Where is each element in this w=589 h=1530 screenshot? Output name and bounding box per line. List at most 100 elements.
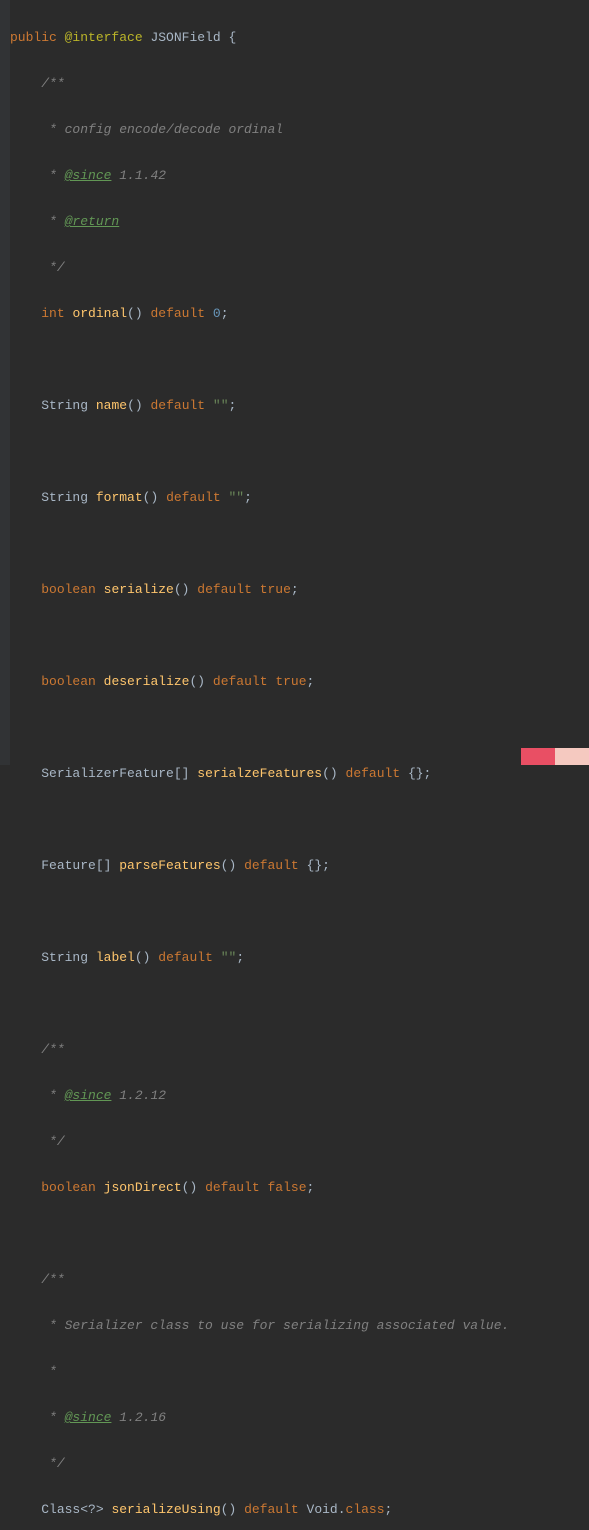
blank-line <box>10 716 509 739</box>
semi: ; <box>221 306 229 321</box>
code-content: public @interface JSONField { /** * conf… <box>10 3 509 1530</box>
bool-literal: true <box>260 582 291 597</box>
method-deserialize: deserialize <box>104 674 190 689</box>
annotation-keyword: @interface <box>65 30 143 45</box>
parens: () <box>127 306 143 321</box>
keyword-class: class <box>346 1502 385 1517</box>
blank-line <box>10 900 509 923</box>
type-array: SerializerFeature[] <box>41 766 189 781</box>
method-format: format <box>96 490 143 505</box>
comment-text: * config encode/decode ordinal <box>41 122 283 137</box>
comment-prefix: * <box>41 1088 64 1103</box>
semi: ; <box>385 1502 393 1517</box>
keyword-default: default <box>197 582 252 597</box>
bool-literal: true <box>275 674 306 689</box>
semi: ; <box>307 674 315 689</box>
editor-gutter <box>0 0 10 765</box>
parens: () <box>221 858 237 873</box>
comment-close: */ <box>41 1134 64 1149</box>
semi: ; <box>322 858 330 873</box>
type-int: int <box>41 306 64 321</box>
code-line: Feature[] parseFeatures() default {}; <box>10 854 509 877</box>
brace-open: { <box>228 30 236 45</box>
comment-open: /** <box>41 1272 64 1287</box>
keyword-default: default <box>166 490 221 505</box>
doc-tag-since: @since <box>65 1410 112 1425</box>
parens: () <box>322 766 338 781</box>
keyword-default: default <box>150 306 205 321</box>
doc-tag-since: @since <box>65 1088 112 1103</box>
blank-line <box>10 624 509 647</box>
code-line: * Serializer class to use for serializin… <box>10 1314 509 1337</box>
badge-left <box>521 748 555 765</box>
class-name: JSONField <box>150 30 220 45</box>
comment-open: /** <box>41 1042 64 1057</box>
keyword-default: default <box>244 858 299 873</box>
blank-line <box>10 532 509 555</box>
comment-value: 1.2.12 <box>111 1088 166 1103</box>
semi: ; <box>229 398 237 413</box>
code-line: * <box>10 1360 509 1383</box>
scrollbar-corner-badge <box>521 748 589 765</box>
code-line: SerializerFeature[] serialzeFeatures() d… <box>10 762 509 785</box>
type-string: String <box>41 398 88 413</box>
comment-prefix: * <box>41 214 64 229</box>
bool-literal: false <box>268 1180 307 1195</box>
type-string: String <box>41 490 88 505</box>
keyword-default: default <box>150 398 205 413</box>
doc-tag-since: @since <box>65 168 112 183</box>
keyword-default: default <box>346 766 401 781</box>
code-line: String label() default ""; <box>10 946 509 969</box>
keyword-public: public <box>10 30 57 45</box>
semi: ; <box>291 582 299 597</box>
method-serialzeFeatures: serialzeFeatures <box>197 766 322 781</box>
braces-literal: {} <box>408 766 424 781</box>
semi: ; <box>424 766 432 781</box>
keyword-default: default <box>158 950 213 965</box>
code-line: String name() default ""; <box>10 394 509 417</box>
comment-text: * Serializer class to use for serializin… <box>41 1318 509 1333</box>
doc-tag-return: @return <box>65 214 120 229</box>
braces-literal: {} <box>307 858 323 873</box>
string-literal: "" <box>213 398 229 413</box>
semi: ; <box>244 490 252 505</box>
keyword-default: default <box>205 1180 260 1195</box>
code-line: String format() default ""; <box>10 486 509 509</box>
code-line: /** <box>10 72 509 95</box>
method-label: label <box>96 950 135 965</box>
code-line: boolean jsonDirect() default false; <box>10 1176 509 1199</box>
code-line: */ <box>10 1452 509 1475</box>
blank-line <box>10 808 509 831</box>
code-line: public @interface JSONField { <box>10 26 509 49</box>
semi: ; <box>236 950 244 965</box>
comment-value: 1.1.42 <box>111 168 166 183</box>
comment-open: /** <box>41 76 64 91</box>
blank-line <box>10 992 509 1015</box>
method-name: name <box>96 398 127 413</box>
parens: () <box>127 398 143 413</box>
comment-close: */ <box>41 260 64 275</box>
code-line: boolean deserialize() default true; <box>10 670 509 693</box>
code-line: * config encode/decode ordinal <box>10 118 509 141</box>
parens: () <box>135 950 151 965</box>
code-line: * @since 1.1.42 <box>10 164 509 187</box>
method-jsonDirect: jsonDirect <box>104 1180 182 1195</box>
keyword-default: default <box>244 1502 299 1517</box>
comment-value: 1.2.16 <box>111 1410 166 1425</box>
method-ordinal: ordinal <box>72 306 127 321</box>
string-literal: "" <box>221 950 237 965</box>
type-boolean: boolean <box>41 1180 96 1195</box>
code-line: boolean serialize() default true; <box>10 578 509 601</box>
code-line: * @since 1.2.12 <box>10 1084 509 1107</box>
blank-line <box>10 440 509 463</box>
type-string: String <box>41 950 88 965</box>
number-literal: 0 <box>213 306 221 321</box>
comment-prefix: * <box>41 168 64 183</box>
parens: () <box>143 490 159 505</box>
type-boolean: boolean <box>41 582 96 597</box>
string-literal: "" <box>229 490 245 505</box>
code-line: * @since 1.2.16 <box>10 1406 509 1429</box>
parens: () <box>174 582 190 597</box>
semi: ; <box>307 1180 315 1195</box>
code-line: Class<?> serializeUsing() default Void.c… <box>10 1498 509 1521</box>
